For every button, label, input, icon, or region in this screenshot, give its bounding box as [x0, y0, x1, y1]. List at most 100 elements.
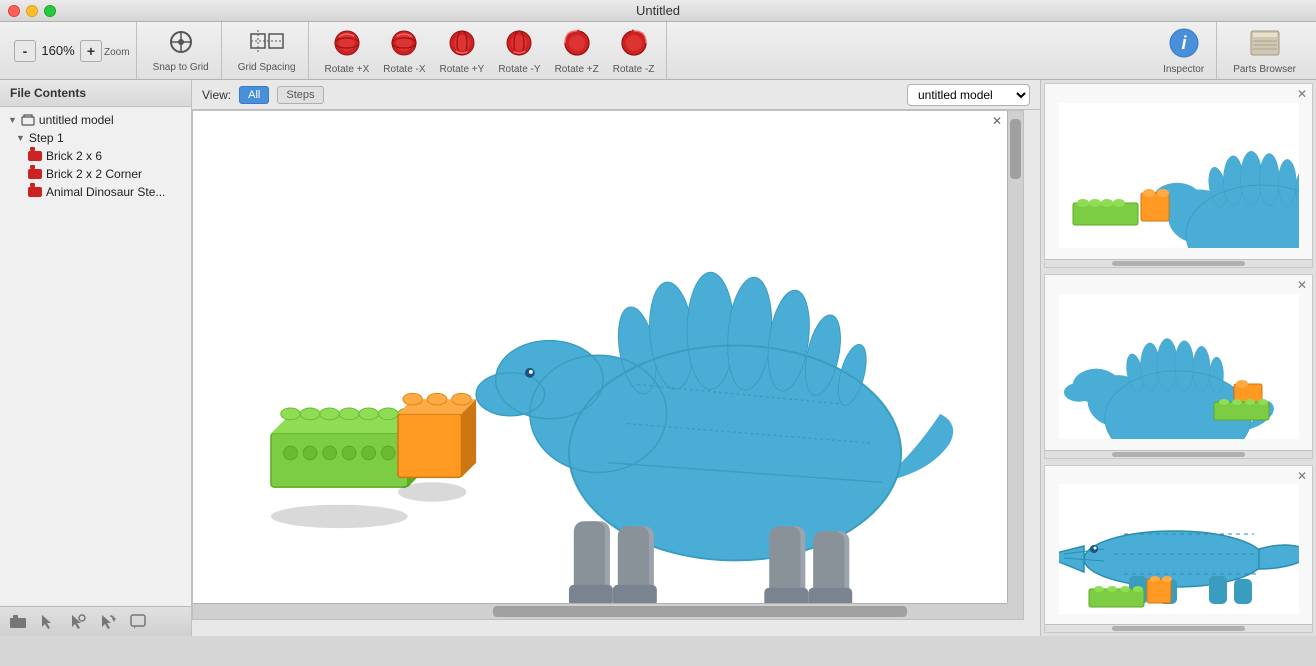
rotate-pz-button[interactable]: Rotate +Z [549, 23, 605, 79]
rotate-nx-button[interactable]: Rotate -X [377, 23, 431, 79]
panel1-scrollbar[interactable] [1045, 259, 1312, 267]
traffic-lights [8, 5, 56, 17]
model-select[interactable]: untitled model [907, 84, 1030, 106]
view-steps-button[interactable]: Steps [277, 86, 323, 104]
rotate-ny-icon [503, 27, 535, 62]
close-button[interactable] [8, 5, 20, 17]
rotate-pz-label: Rotate +Z [555, 64, 599, 75]
scroll-corner [1007, 603, 1023, 619]
panel2-close-button[interactable]: ✕ [1294, 277, 1310, 293]
tree-label-animal: Animal Dinosaur Ste... [46, 185, 165, 199]
parts-browser-label: Parts Browser [1233, 64, 1296, 75]
canvas-close-button[interactable]: ✕ [989, 113, 1005, 129]
zoom-minus-button[interactable]: - [14, 40, 36, 62]
tree-label-brick1: Brick 2 x 6 [46, 149, 102, 163]
brick-icon [28, 187, 42, 197]
view-bar: View: All Steps untitled model [192, 80, 1040, 110]
titlebar: Untitled [0, 0, 1316, 22]
tree-label-root: untitled model [39, 113, 114, 127]
panel1-close-button[interactable]: ✕ [1294, 86, 1310, 102]
rotate-ny-button[interactable]: Rotate -Y [492, 23, 546, 79]
select-button[interactable] [36, 610, 60, 634]
panel3-close-button[interactable]: ✕ [1294, 468, 1310, 484]
rotate-py-button[interactable]: Rotate +Y [434, 23, 491, 79]
sidebar-header: File Contents [0, 80, 191, 107]
window-title: Untitled [636, 3, 680, 18]
rotate-pz-icon [561, 27, 593, 62]
inspector-button[interactable]: i Inspector [1157, 23, 1210, 79]
rotate-group: Rotate +X Rotate -X [313, 22, 668, 79]
tree-label-step1: Step 1 [29, 131, 64, 145]
content-area: View: All Steps untitled model ✕ [192, 80, 1040, 636]
thumbnail-panel-2: ✕ [1044, 274, 1313, 459]
panel3-scroll-thumb[interactable] [1112, 626, 1246, 631]
grid-label: Grid Spacing [238, 62, 296, 73]
parts-browser-button[interactable]: Parts Browser [1227, 23, 1302, 79]
panel2-scroll-thumb[interactable] [1112, 452, 1246, 457]
arrow-icon: ▼ [8, 115, 17, 125]
grid-spacing-group: Grid Spacing [226, 22, 309, 79]
rotate-py-icon [446, 27, 478, 62]
toolbar: - 160% + Zoom Snap to Grid [0, 22, 1316, 80]
add-button[interactable] [6, 610, 30, 634]
tree-label-brick2: Brick 2 x 2 Corner [46, 167, 142, 181]
snap-to-grid-button[interactable]: Snap to Grid [147, 24, 215, 77]
vertical-scrollbar[interactable] [1007, 111, 1023, 603]
inspector-label: Inspector [1163, 64, 1204, 75]
brick-icon [28, 169, 42, 179]
brick-icon [28, 151, 42, 161]
tree-item-animal[interactable]: Animal Dinosaur Ste... [0, 183, 191, 201]
thumbnail1-svg [1059, 103, 1299, 248]
parts-browser-icon [1249, 27, 1281, 62]
move-button[interactable] [66, 610, 90, 634]
bottom-toolbar [0, 606, 191, 636]
model-select-container: untitled model [907, 84, 1030, 106]
rotate-ny-label: Rotate -Y [498, 64, 540, 75]
zoom-value: 160% [40, 43, 76, 58]
maximize-button[interactable] [44, 5, 56, 17]
scene-svg [193, 111, 1023, 619]
rotate-nz-button[interactable]: Rotate -Z [607, 23, 661, 79]
inspector-icon: i [1168, 27, 1200, 62]
comment-button[interactable] [126, 610, 150, 634]
panel1-scroll-thumb[interactable] [1112, 261, 1246, 266]
file-contents-title: File Contents [10, 86, 86, 100]
parts-browser-group: Parts Browser [1221, 22, 1308, 79]
view-all-button[interactable]: All [239, 86, 269, 104]
thumbnail3-svg [1059, 484, 1299, 614]
tree-item-step1[interactable]: ▼ Step 1 [0, 129, 191, 147]
grid-spacing-button[interactable]: Grid Spacing [232, 24, 302, 77]
canvas-area: ✕ [192, 110, 1040, 636]
zoom-label: Zoom [104, 47, 130, 58]
zoom-plus-button[interactable]: + [80, 40, 102, 62]
zoom-group: - 160% + Zoom [8, 22, 137, 79]
snap-icon [167, 28, 195, 60]
panel2-scrollbar[interactable] [1045, 450, 1312, 458]
minimize-button[interactable] [26, 5, 38, 17]
thumbnail-panel-3: ✕ [1044, 465, 1313, 633]
right-panel-content: ✕ [1041, 80, 1316, 636]
snap-label: Snap to Grid [153, 62, 209, 73]
rotate-py-label: Rotate +Y [440, 64, 485, 75]
canvas-inner: ✕ [192, 110, 1024, 620]
rotate-nz-icon [618, 27, 650, 62]
tree-item-root[interactable]: ▼ untitled model [0, 111, 191, 129]
model-icon [21, 114, 35, 126]
main-layout: File Contents ▼ untitled model ▼ Step 1 … [0, 80, 1316, 636]
horizontal-scroll-thumb[interactable] [493, 606, 907, 617]
vertical-scroll-thumb[interactable] [1010, 119, 1021, 179]
rotate-nx-icon [388, 27, 420, 62]
grid-icon [249, 28, 285, 60]
panel3-scrollbar[interactable] [1045, 624, 1312, 632]
sidebar: File Contents ▼ untitled model ▼ Step 1 … [0, 80, 192, 636]
rotate-nz-label: Rotate -Z [613, 64, 655, 75]
rotate-px-label: Rotate +X [325, 64, 370, 75]
inspector-group: i Inspector [1151, 22, 1217, 79]
horizontal-scrollbar[interactable] [193, 603, 1007, 619]
rotate-nx-label: Rotate -X [383, 64, 425, 75]
tree-item-brick1[interactable]: Brick 2 x 6 [0, 147, 191, 165]
right-panel: ✕ [1040, 80, 1316, 636]
rotate-px-button[interactable]: Rotate +X [319, 23, 376, 79]
rotate-tool-button[interactable] [96, 610, 120, 634]
tree-item-brick2[interactable]: Brick 2 x 2 Corner [0, 165, 191, 183]
